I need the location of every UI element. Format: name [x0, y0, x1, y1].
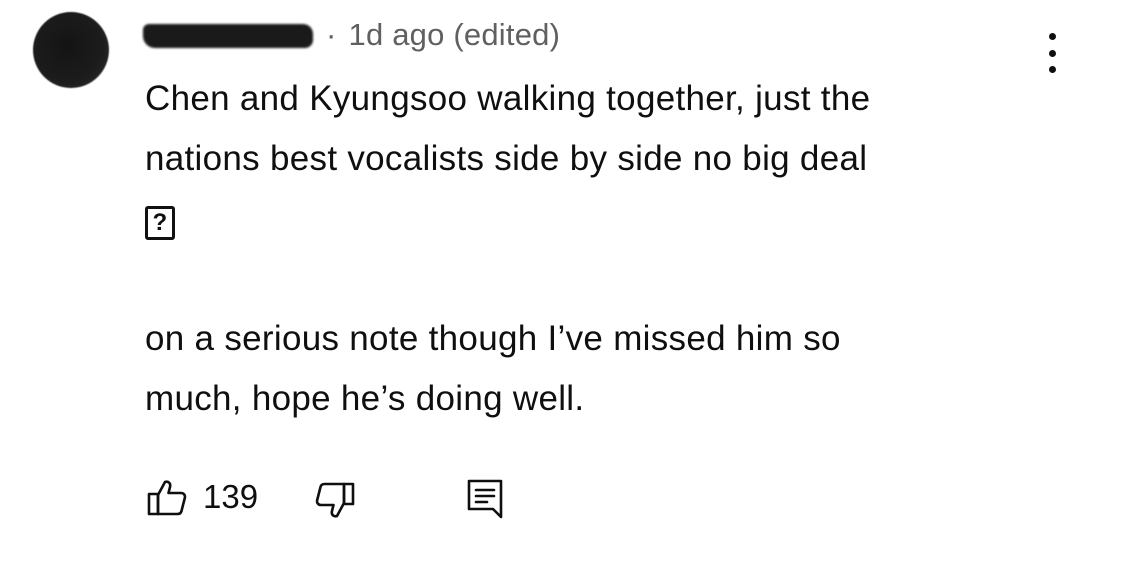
username-redacted[interactable] — [143, 24, 313, 48]
comment-meta: · 1d ago (edited) — [326, 17, 560, 53]
missing-emoji-icon: ? — [145, 205, 175, 240]
reply-comment-icon[interactable] — [467, 479, 503, 519]
comment-line: nations best vocalists side by side no b… — [145, 139, 868, 178]
edited-label: (edited) — [453, 17, 561, 52]
thumb-down-icon[interactable] — [315, 481, 355, 519]
thumb-up-icon[interactable] — [147, 479, 187, 517]
comment-line: Chen and Kyungsoo walking together, just… — [145, 79, 871, 118]
comment-line: much, hope he’s doing well. — [145, 379, 585, 418]
more-vertical-icon[interactable] — [1038, 33, 1066, 73]
meta-separator: · — [326, 17, 337, 52]
avatar[interactable] — [33, 12, 109, 88]
comment-line: on a serious note though I’ve missed him… — [145, 319, 841, 358]
like-count: 139 — [203, 478, 259, 515]
comment-time[interactable]: 1d ago — [349, 17, 445, 52]
comment-body: Chen and Kyungsoo walking together, just… — [145, 69, 1045, 429]
comment-actions: 139 — [145, 475, 545, 519]
menu-dot — [1048, 49, 1056, 57]
menu-dot — [1048, 66, 1056, 73]
menu-dot — [1048, 33, 1056, 40]
